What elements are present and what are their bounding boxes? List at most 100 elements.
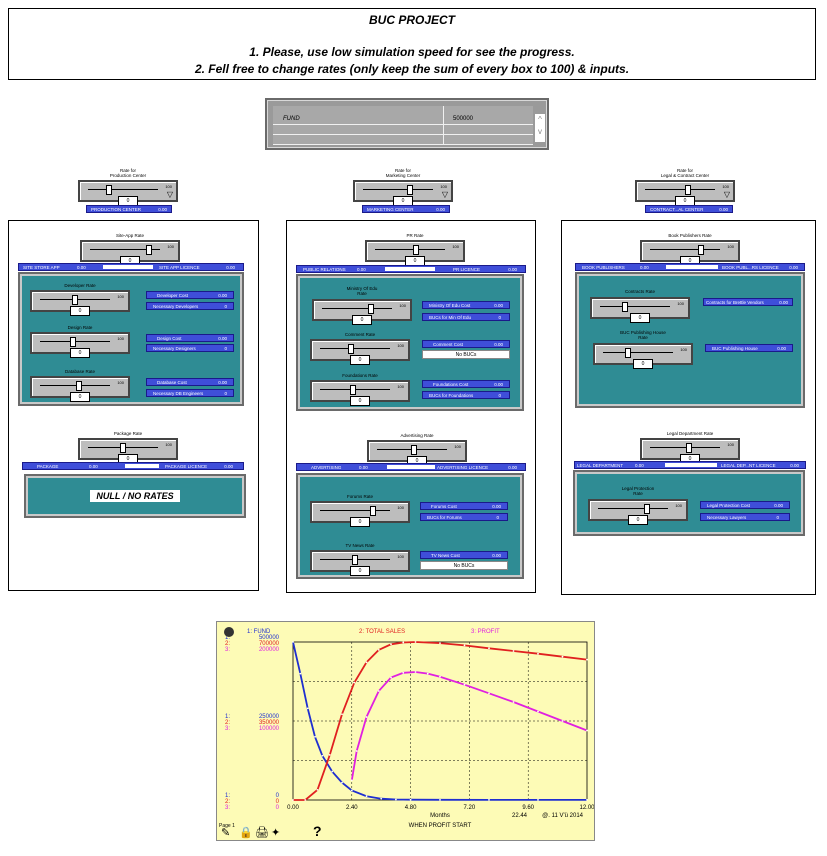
slider-value: 0	[630, 313, 650, 323]
table-scrollbar[interactable]: ^ v	[535, 114, 545, 142]
legal-center-rate-slider[interactable]: 100 0 ▽	[635, 180, 735, 206]
legal-department-bars: LEGAL DEPARTMENT 0.00 LEGAL DEP...NT LIC…	[574, 461, 806, 469]
fund-table: FUND 500000 ^ v	[265, 98, 549, 150]
legend-item: 2: TOTAL SALES	[359, 629, 405, 635]
buc-publishing-cost-bar: BUC Publishing House 0.00	[705, 344, 793, 352]
legend-item: 1: FUND	[247, 629, 271, 635]
production-center-rate-slider[interactable]: 100 0 ▽	[78, 180, 178, 206]
ministry-rate-slider[interactable]: 100 0	[312, 299, 412, 325]
book-publishers-rate-slider[interactable]: 100 0	[640, 240, 740, 266]
slider-value: 0	[350, 566, 370, 576]
forums-rate-slider[interactable]: 100 0	[310, 501, 410, 527]
series-point-1	[537, 798, 539, 801]
series-point-3	[390, 676, 392, 679]
design-rate-label: Design Rate	[67, 325, 93, 330]
help-icon: ?	[313, 823, 322, 839]
series-point-2	[561, 655, 564, 658]
legal-center-rate-label: Rate for Legal & Contract Center	[660, 168, 710, 178]
site-app-rate-slider[interactable]: 100 0	[80, 240, 180, 266]
contracts-rate-slider[interactable]: 100 0	[590, 297, 690, 323]
series-point-1	[314, 735, 316, 738]
necessary-lawyers-bar: Necessary Lawyers 0	[700, 513, 790, 521]
legal-department-rate-label: Legal Department Rate	[666, 431, 714, 436]
site-app-rate-label: Site-App Rate	[115, 233, 144, 238]
slider-value: 0	[633, 359, 653, 369]
package-rate-slider[interactable]: 100 0	[78, 438, 178, 464]
foundations-rate-slider[interactable]: 100 0	[310, 380, 410, 406]
slider-value: 0	[70, 392, 90, 402]
pr-rate-label: PR Rate	[406, 233, 424, 238]
production-center-rate-label: Rate for Production Center	[109, 168, 147, 178]
buc-publishing-rate-slider[interactable]: 100 0	[593, 343, 693, 369]
production-center-bar: PRODUCTION CENTER 0.00	[86, 205, 172, 213]
comment-rate-slider[interactable]: 100 0	[310, 339, 410, 365]
package-bars: PACKAGE 0.00 PACKAGE LICENCE 0.00	[22, 462, 244, 470]
legend-item: 3: PROFIT	[471, 629, 500, 635]
series-point-2	[537, 652, 539, 655]
developer-rate-slider[interactable]: 100 0	[30, 290, 130, 316]
series-point-2	[377, 649, 380, 651]
series-point-2	[488, 647, 490, 650]
graph-footer-date: @. 11 V'ü 2014	[542, 813, 583, 819]
series-point-2	[586, 658, 588, 661]
series-point-2	[512, 650, 515, 652]
legal-protection-rate-slider[interactable]: 100 0	[588, 499, 688, 525]
legal-protection-cost-bar: Legal Protection Cost 0.00	[700, 501, 790, 509]
database-rate-slider[interactable]: 100 0	[30, 376, 130, 402]
series-point-1	[395, 798, 397, 801]
tvnews-rate-slider[interactable]: 100 0	[310, 550, 410, 576]
table-row: FUND 500000	[273, 115, 533, 125]
tvnews-rate-label: TV News Rate	[345, 543, 375, 548]
series-point-3	[377, 690, 380, 692]
design-rate-slider[interactable]: 100 0	[30, 332, 130, 358]
slider-value: 0	[350, 355, 370, 365]
series-point-2	[463, 644, 466, 647]
series-point-2	[304, 799, 307, 801]
series-point-1	[321, 754, 324, 757]
dropdown-triangle-icon[interactable]: ▽	[442, 191, 448, 199]
x-tick-label: 4.80	[405, 805, 417, 811]
site-app-bars: SITE STORE APP 0.00 SITE APP LICENCE 0.0…	[18, 263, 244, 271]
series-point-1	[439, 798, 441, 801]
y-tick-label: 100000	[259, 726, 280, 732]
y-index-label: 3:	[225, 647, 230, 653]
y-tick-label: 0	[276, 805, 280, 811]
series-point-3	[350, 779, 353, 782]
series-point-3	[365, 716, 368, 718]
foundations-rate-label: Foundations Rate	[342, 373, 378, 378]
advertising-rate-slider[interactable]: 100 0	[367, 440, 467, 466]
series-point-2	[439, 642, 441, 645]
x-axis-label: Months	[430, 813, 450, 819]
legal-protection-rate-label: Legal Protection Rate	[621, 486, 655, 496]
advertising-rate-label: Advertising Rate	[400, 433, 434, 438]
legal-center-bar: CONTRACT...AL CENTER 0.00	[645, 205, 733, 213]
instruction-line-1: 1. Please, use low simulation speed for …	[249, 45, 575, 59]
necessary-db-engineers-bar: Necessary DB Engineers 0	[146, 389, 234, 397]
dropdown-triangle-icon[interactable]: ▽	[724, 191, 730, 199]
package-sector: NULL / NO RATES	[26, 476, 244, 516]
series-point-3	[512, 701, 515, 703]
table-row	[273, 135, 533, 145]
dropdown-triangle-icon[interactable]: ▽	[167, 191, 173, 199]
lock-icon: 🔒	[239, 826, 253, 839]
forums-bucs-bar: BUCs for Forums 0	[420, 513, 508, 521]
marketing-center-rate-slider[interactable]: 100 0 ▽	[353, 180, 453, 206]
graph-control-icon	[224, 627, 234, 637]
pr-rate-slider[interactable]: 100 0	[365, 240, 465, 266]
series-point-1	[331, 770, 334, 773]
series-point-3	[426, 672, 429, 675]
slider-value: 0	[352, 315, 372, 325]
developer-cost-bar: Developer Cost 0.00	[146, 291, 234, 299]
series-point-2	[292, 799, 294, 801]
legal-department-rate-slider[interactable]: 100 0	[640, 438, 740, 464]
series-point-3	[586, 729, 588, 732]
series-point-1	[365, 795, 368, 798]
series-point-3	[439, 675, 441, 678]
forums-cost-bar: Forums Cost 0.00	[420, 502, 508, 510]
printer-icon: 🖨	[255, 826, 269, 839]
x-tick-label: 0.00	[287, 805, 299, 811]
forums-rate-label: Forums Rate	[346, 494, 373, 499]
foundations-bucs-bar: BUCs for Foundations 0	[422, 391, 510, 399]
series-point-2	[341, 713, 343, 716]
database-rate-label: Database Rate	[64, 369, 96, 374]
